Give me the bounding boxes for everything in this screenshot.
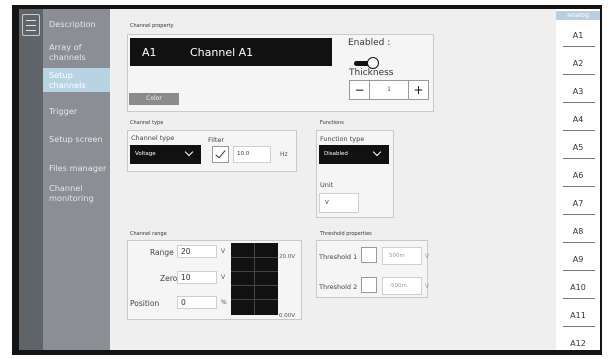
filter-unit: Hz: [280, 151, 288, 158]
channel-strip: analog A1 A2 A3 A4 A5 A6 A7 A8 A9 A10 A1…: [556, 9, 600, 350]
zero-field[interactable]: 10: [177, 271, 217, 284]
zero-label: Zero: [160, 274, 178, 283]
nav-item-setup-channels[interactable]: Setup channels: [43, 68, 110, 92]
chevron-down-icon: [372, 147, 382, 157]
channel-type-select[interactable]: Voltage: [130, 145, 201, 164]
threshold-2-label: Threshold 2: [319, 283, 358, 291]
filter-label: Filter: [208, 136, 225, 144]
thickness-value[interactable]: 1: [370, 81, 408, 99]
range-field[interactable]: 20: [177, 245, 217, 258]
enabled-toggle[interactable]: [354, 57, 380, 69]
icon-strip: [19, 9, 43, 350]
function-type-select[interactable]: Disabled: [319, 145, 389, 164]
color-button[interactable]: Color: [129, 93, 179, 105]
threshold-1-unit: V: [425, 253, 430, 260]
chevron-down-icon: [184, 147, 194, 157]
channel-type-title: Channel type: [130, 120, 164, 126]
channel-property-panel: A1 Channel A1 Enabled : Thickness − 1 + …: [127, 34, 434, 112]
menu-icon[interactable]: [22, 14, 40, 36]
channel-range-title: Channel range: [130, 231, 167, 237]
function-type-label: Function type: [320, 135, 365, 143]
range-preview-top-label: 20.0V: [279, 254, 296, 260]
threshold-1-label: Threshold 1: [319, 253, 358, 261]
channel-item-a6[interactable]: A6: [556, 171, 600, 180]
range-preview: [231, 243, 278, 315]
thickness-label: Thickness: [349, 68, 394, 78]
threshold-2-unit: V: [425, 283, 430, 290]
range-label: Range: [150, 248, 174, 257]
channel-item-a1[interactable]: A1: [556, 31, 600, 40]
channel-item-a11[interactable]: A11: [556, 311, 600, 320]
enabled-label: Enabled :: [348, 38, 391, 48]
channel-type-panel: Channel type Voltage Filter 10.0 Hz: [127, 130, 297, 172]
thickness-minus-button[interactable]: −: [350, 81, 370, 99]
filter-value-field[interactable]: 10.0: [233, 146, 271, 163]
main-content: Channel property A1 Channel A1 Enabled :…: [110, 9, 556, 350]
threshold-2-checkbox[interactable]: [361, 277, 377, 293]
functions-panel: Function type Disabled Unit V: [316, 130, 394, 218]
unit-field[interactable]: V: [319, 193, 359, 213]
position-label: Position: [130, 299, 160, 308]
channel-item-a7[interactable]: A7: [556, 199, 600, 208]
range-unit: V: [221, 248, 226, 255]
side-nav: Description Array of channels Setup chan…: [43, 9, 110, 350]
channel-item-a2[interactable]: A2: [556, 59, 600, 68]
nav-item-setup-screen[interactable]: Setup screen: [43, 134, 110, 144]
channel-item-a10[interactable]: A10: [556, 283, 600, 292]
channel-item-a5[interactable]: A5: [556, 143, 600, 152]
threshold-title: Threshold properties: [320, 231, 372, 237]
channel-item-a3[interactable]: A3: [556, 87, 600, 96]
filter-checkbox[interactable]: [212, 146, 229, 163]
range-preview-bottom-label: 0.00V: [279, 313, 296, 319]
channel-id: A1: [142, 46, 157, 59]
zero-unit: V: [221, 274, 226, 281]
channel-property-title: Channel property: [130, 23, 174, 29]
nav-item-trigger[interactable]: Trigger: [43, 106, 110, 116]
check-icon: [215, 147, 226, 159]
threshold-2-field[interactable]: -500m: [382, 277, 422, 295]
analog-tab[interactable]: analog: [556, 11, 600, 20]
nav-item-array-of-channels[interactable]: Array of channels: [43, 42, 110, 62]
channel-name: Channel A1: [190, 46, 254, 59]
nav-item-files-manager[interactable]: Files manager: [43, 163, 110, 173]
channel-item-a9[interactable]: A9: [556, 255, 600, 264]
thickness-plus-button[interactable]: +: [408, 81, 428, 99]
channel-item-a4[interactable]: A4: [556, 115, 600, 124]
channel-range-panel: Range 20 V Zero 10 V Position 0 % 20.0V …: [127, 240, 302, 320]
channel-item-a12[interactable]: A12: [556, 339, 600, 348]
nav-item-description[interactable]: Description: [43, 19, 110, 29]
position-unit: %: [221, 299, 227, 306]
threshold-1-field[interactable]: 500m: [382, 247, 422, 265]
function-type-value: Disabled: [324, 151, 348, 157]
channel-name-field[interactable]: A1 Channel A1: [130, 38, 332, 66]
channel-type-label: Channel type: [131, 134, 175, 142]
thickness-stepper: − 1 +: [349, 80, 429, 100]
functions-title: Functions: [320, 120, 344, 126]
threshold-panel: Threshold 1 500m V Threshold 2 -500m V: [316, 240, 430, 298]
threshold-1-checkbox[interactable]: [361, 247, 377, 263]
screen: Description Array of channels Setup chan…: [19, 9, 600, 350]
channel-item-a8[interactable]: A8: [556, 227, 600, 236]
position-field[interactable]: 0: [177, 296, 217, 309]
channel-type-value: Voltage: [135, 151, 156, 157]
nav-item-channel-monitoring[interactable]: Channel monitoring: [43, 183, 110, 203]
unit-label: Unit: [320, 181, 334, 189]
